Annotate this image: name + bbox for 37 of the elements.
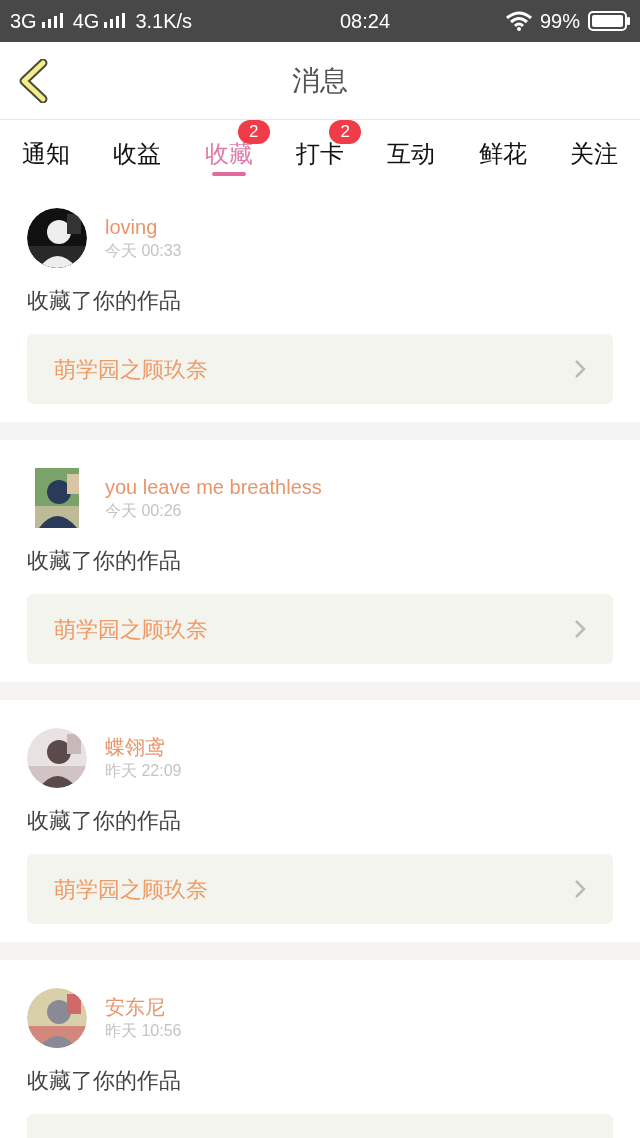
user-name[interactable]: loving [105, 214, 182, 240]
wifi-icon [505, 11, 532, 31]
chevron-right-icon [574, 879, 586, 899]
tab[interactable]: 互动 [365, 120, 458, 180]
message-text: 收藏了你的作品 [27, 547, 182, 575]
chevron-right-icon [574, 619, 586, 639]
battery-icon [588, 11, 630, 31]
work-link[interactable]: 萌学园之顾玖奈 [27, 334, 613, 404]
message-time: 昨天 22:09 [105, 761, 182, 781]
message-text: 收藏了你的作品 [27, 1067, 182, 1095]
page-title: 消息 [292, 63, 348, 98]
tab[interactable]: 通知 [0, 120, 92, 180]
message-time: 今天 00:26 [105, 501, 183, 521]
message-text: 收藏了你的作品 [27, 287, 182, 315]
battery-percent: 99% [539, 9, 580, 34]
user-name[interactable]: 蝶翎鸢 [105, 734, 182, 760]
message-time: 今天 00:33 [105, 241, 182, 261]
work-link[interactable]: 萌学园之顾玖奈 [27, 594, 613, 664]
work-link[interactable]: 萌学园之顾玖奈 [27, 854, 613, 924]
signal-icon [103, 13, 126, 29]
tab[interactable]: 打卡 2 [274, 120, 366, 180]
network-label: 4G [72, 9, 100, 34]
signal-icon [40, 13, 63, 29]
message-text: 收藏了你的作品 [27, 807, 182, 835]
tab[interactable]: 收藏 2 [182, 120, 275, 180]
network-label: 3G [10, 9, 37, 34]
back-icon [18, 59, 48, 103]
clock: 08:24 [339, 9, 391, 34]
tab[interactable]: 收益 [91, 120, 183, 180]
chevron-right-icon [574, 359, 586, 379]
tab-underline [211, 172, 246, 176]
tab[interactable]: 关注 [548, 120, 640, 180]
user-name[interactable]: 安东尼 [105, 994, 182, 1020]
message-time: 昨天 10:56 [105, 1021, 182, 1041]
tab[interactable]: 鲜花 [457, 120, 549, 180]
speed-text: 3.1K/s [135, 9, 193, 34]
user-name[interactable]: you leave me breathless [105, 474, 322, 500]
